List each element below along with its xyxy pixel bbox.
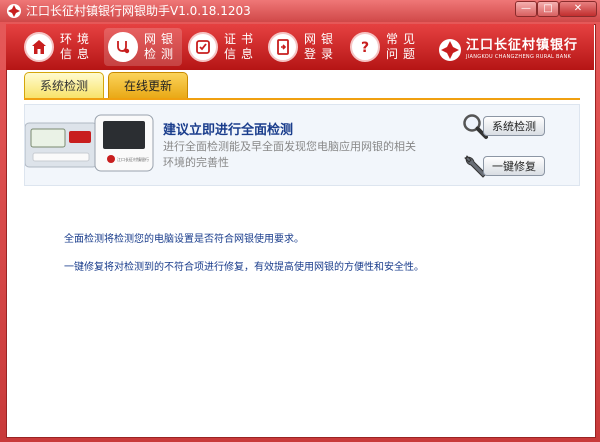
system-check-button[interactable]: 系统检测 xyxy=(483,116,545,136)
svg-text:?: ? xyxy=(361,40,369,56)
device-label: 江口长征村镇银行 xyxy=(117,156,149,162)
nav-label: 网银登录 xyxy=(304,32,339,61)
diagnose-icon xyxy=(108,32,138,62)
certificate-icon xyxy=(188,32,218,62)
panel-title: 建议立即进行全面检测 xyxy=(163,123,294,138)
tab-underline xyxy=(24,98,580,100)
usb-key-device-image: 江口长征村镇银行 xyxy=(25,114,154,172)
nav-label: 环境信息 xyxy=(60,32,95,61)
app-window: 江口长征村镇银行网银助手V1.0.18.1203 — □ ✕ 环境信息 网银检测… xyxy=(0,0,600,442)
tab-online-update[interactable]: 在线更新 xyxy=(108,72,188,98)
tab-system-check[interactable]: 系统检测 xyxy=(24,72,104,98)
system-check-action[interactable]: 系统检测 xyxy=(461,113,545,139)
nav-item-login[interactable]: 网银登录 xyxy=(268,28,338,66)
nav-label: 常见问题 xyxy=(386,32,421,61)
nav-label: 证书信息 xyxy=(224,32,259,61)
home-icon xyxy=(24,32,54,62)
window-title: 江口长征村镇银行网银助手V1.0.18.1203 xyxy=(26,4,251,18)
nav-item-environment[interactable]: 环境信息 xyxy=(24,28,94,66)
nav-item-diagnose[interactable]: 网银检测 xyxy=(104,28,182,66)
minimize-button[interactable]: — xyxy=(515,1,537,17)
check-panel: 江口长征村镇银行 建议立即进行全面检测 进行全面检测能及早全面发现您电脑应用网银… xyxy=(24,104,580,186)
bank-name-en: JIANGKOU CHANGZHENG RURAL BANK xyxy=(466,54,572,60)
nav-label: 网银检测 xyxy=(144,32,179,61)
bank-logo: 江口长征村镇银行 JIANGKOU CHANGZHENG RURAL BANK xyxy=(438,36,578,64)
question-icon: ? xyxy=(350,32,380,62)
bank-logo-icon xyxy=(439,39,461,61)
close-button[interactable]: ✕ xyxy=(559,1,597,17)
info-text-repair: 一键修复将对检测到的不符合项进行修复，有效提高使用网银的方便性和安全性。 xyxy=(64,262,424,273)
nav-item-certificate[interactable]: 证书信息 xyxy=(188,28,258,66)
bank-name-cn: 江口长征村镇银行 xyxy=(466,38,579,53)
maximize-button[interactable]: □ xyxy=(537,1,559,17)
login-icon xyxy=(268,32,298,62)
panel-description: 进行全面检测能及早全面发现您电脑应用网银的相关环境的完善性 xyxy=(163,140,416,169)
bank-logo-icon xyxy=(7,4,21,18)
one-click-repair-button[interactable]: 一键修复 xyxy=(483,156,545,176)
nav-item-faq[interactable]: ? 常见问题 xyxy=(350,28,420,66)
info-text-check: 全面检测将检测您的电脑设置是否符合网银使用要求。 xyxy=(64,234,304,245)
one-click-repair-action[interactable]: 一键修复 xyxy=(461,153,545,179)
title-bar[interactable]: 江口长征村镇银行网银助手V1.0.18.1203 — □ ✕ xyxy=(0,0,600,22)
main-nav: 环境信息 网银检测 证书信息 网银登录 ? 常见问题 江口长征村镇银行 JIAN… xyxy=(6,24,594,70)
